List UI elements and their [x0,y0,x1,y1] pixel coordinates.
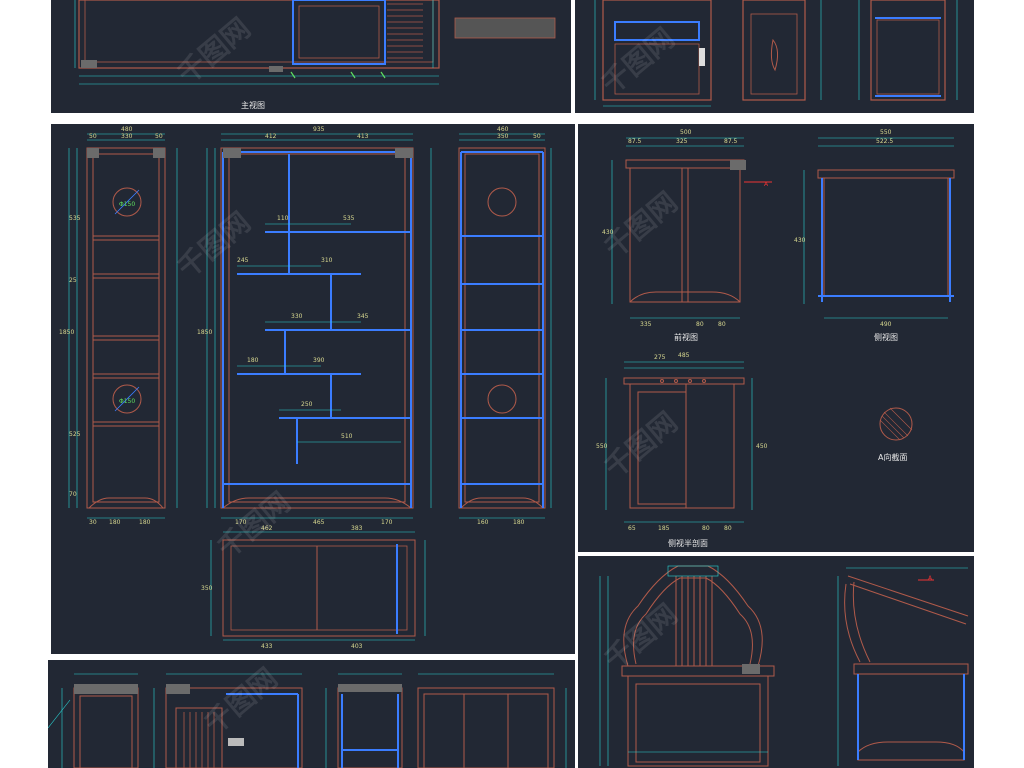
top-left-cad-drawing [74,0,556,85]
dim-bottom-4: 160 [477,519,489,526]
dim-plan-top-left: 462 [261,525,273,532]
dim-section-base-2: 185 [658,525,670,532]
caption-side-view: 侧视图 [874,333,898,342]
dim-base: 70 [69,491,77,498]
chair-front-view [625,159,745,303]
armchair-marker-a: A [928,575,933,582]
dim-shelf-2: 535 [343,215,355,222]
dim-shelf-6: 345 [357,313,369,320]
dim-side-base: 490 [880,321,892,328]
dim-plan-bottom-left: 433 [261,643,273,650]
dim-shelf-4: 310 [321,257,333,264]
dim-shelf-9: 250 [301,401,313,408]
dim-base-right: 170 [381,519,393,526]
dim-top-left-edge: 50 [89,133,97,140]
dim-side-height: 430 [794,237,806,244]
panel-top-right-drawing: 千图网 [575,0,974,113]
dim-top-center-right: 413 [357,133,369,140]
dim-front-width: 500 [680,129,692,136]
caption-front-view: 前视图 [674,333,698,342]
dim-rail: 25 [69,277,77,284]
dim-top-right-edge: 50 [533,133,541,140]
dim-top-right-inner: 350 [497,133,509,140]
top-right-cad-drawing [594,0,958,107]
chair-side-view [817,169,955,297]
dim-plan-top-right: 383 [351,525,363,532]
bookcase-side-view [458,147,546,509]
dim-top-center-width: 935 [313,126,325,133]
chair-half-section-view [623,377,745,509]
dim-top-center-left: 412 [265,133,277,140]
dim-shelf-7: 180 [247,357,259,364]
dim-section-inner: 275 [654,354,666,361]
caption-section-view: 侧视半剖面 [668,539,708,548]
dim-shelf-8: 390 [313,357,325,364]
dim-base-left: 170 [235,519,247,526]
armchair-cad-drawing: A [599,565,969,767]
dim-height-left: 1850 [59,329,74,336]
dim-bottom-5: 180 [513,519,525,526]
dim-plan-depth: 350 [201,585,213,592]
bottom-cabinet-cad-drawing [48,673,567,768]
dim-height-center: 1850 [197,329,212,336]
dim-plan-bottom-right: 403 [351,643,363,650]
bookcase-cad-drawing: Φ150 Φ150 480 330 50 50 935 412 413 460 … [59,126,552,650]
dim-shelf-5: 330 [291,313,303,320]
dim-section-width: 485 [678,352,690,359]
dim-top-left-inner: 330 [121,133,133,140]
dim-lower-section: 525 [69,431,81,438]
panel-bottom-cabinet-drawing: 千图网 [48,660,575,768]
panel-chair-views-drawing: A 500 87.5 325 87.5 430 335 80 80 550 52… [578,124,974,552]
dim-section-seat: 450 [756,443,768,450]
panel-bookcase-drawing: Φ150 Φ150 480 330 50 50 935 412 413 460 … [51,124,575,654]
dim-upper-section: 535 [69,215,81,222]
dim-shelf-1: 110 [277,215,289,222]
bookcase-front-view [220,147,414,509]
caption-detail-view: A向截面 [878,453,908,462]
dim-top-left-width: 480 [121,126,133,133]
dim-section-height: 550 [596,443,608,450]
dim-front-left: 87.5 [628,138,642,145]
panel-top-left-drawing: 主视图 千图网 [51,0,571,113]
dim-side-inner: 522.5 [876,138,893,145]
panel-armchair-drawing: A 千图网 [578,556,974,768]
dim-bottom-2: 180 [109,519,121,526]
dim-front-height: 430 [602,229,614,236]
dim-front-base: 335 [640,321,652,328]
armchair-side-view [844,575,969,761]
dim-side-width: 550 [880,129,892,136]
chair-views-cad-drawing: A 500 87.5 325 87.5 430 335 80 80 550 52… [596,129,955,532]
dim-front-leg-1: 80 [696,321,704,328]
dim-top-left-edge-right: 50 [155,133,163,140]
top-left-caption: 主视图 [241,101,265,110]
circle-label-lower: Φ150 [119,398,135,405]
dim-front-mid: 325 [676,138,688,145]
bookcase-plan-view [222,539,416,637]
dim-section-base-1: 65 [628,525,636,532]
dim-base-center: 465 [313,519,325,526]
dim-bottom-1: 30 [89,519,97,526]
dim-section-base-3: 80 [702,525,710,532]
dim-shelf-3: 245 [237,257,249,264]
circle-label-upper: Φ150 [119,201,135,208]
dim-top-right-width: 460 [497,126,509,133]
dim-front-right: 87.5 [724,138,738,145]
dim-front-leg-2: 80 [718,321,726,328]
dim-section-base-4: 80 [724,525,732,532]
dim-bottom-3: 180 [139,519,151,526]
dim-shelf-10: 510 [341,433,353,440]
